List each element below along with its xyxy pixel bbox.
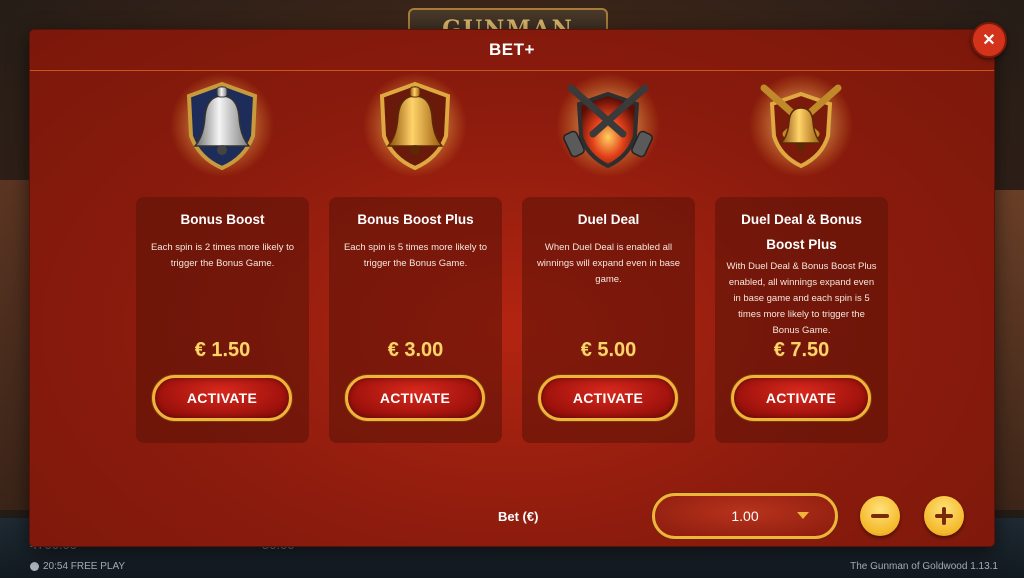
close-icon: ✕ bbox=[982, 32, 996, 49]
decrease-bet-button[interactable] bbox=[860, 496, 900, 536]
activate-bonus-boost-button[interactable]: ACTIVATE bbox=[152, 375, 292, 421]
bet-amount-dropdown[interactable]: 1.00 bbox=[652, 493, 838, 539]
crossed-revolvers-icon bbox=[553, 70, 663, 180]
card-price: € 5.00 bbox=[580, 339, 637, 361]
activate-duel-deal-bonus-boost-plus-button[interactable]: ACTIVATE bbox=[731, 375, 871, 421]
clock-icon bbox=[30, 562, 39, 571]
bell-with-revolvers-icon bbox=[746, 70, 856, 180]
clock-status: 20:54 FREE PLAY bbox=[30, 561, 125, 572]
duel-deal-card: Duel Deal When Duel Deal is enabled all … bbox=[522, 197, 695, 443]
dialog-title: BET+ bbox=[489, 40, 535, 59]
card-description: With Duel Deal & Bonus Boost Plus enable… bbox=[726, 261, 877, 336]
card-price: € 3.00 bbox=[387, 339, 444, 361]
card-title: Bonus Boost Plus bbox=[357, 212, 474, 227]
bet-selected-value: 1.00 bbox=[731, 508, 759, 524]
dialog-header: BET+ bbox=[30, 30, 994, 71]
card-price: € 7.50 bbox=[773, 339, 830, 361]
card-description: Each spin is 5 times more likely to trig… bbox=[343, 242, 488, 269]
clock-text: 20:54 FREE PLAY bbox=[43, 561, 126, 572]
card-title: Duel Deal bbox=[577, 212, 640, 227]
card-title: Bonus Boost bbox=[180, 212, 265, 227]
bonus-boost-card: Bonus Boost Each spin is 2 times more li… bbox=[136, 197, 309, 443]
chevron-down-icon bbox=[797, 512, 809, 519]
game-name-version: The Gunman of Goldwood 1.13.1 bbox=[850, 561, 998, 572]
minus-icon bbox=[871, 514, 889, 518]
bet-label: Bet (€) bbox=[498, 509, 539, 524]
activate-duel-deal-button[interactable]: ACTIVATE bbox=[538, 375, 678, 421]
close-button[interactable]: ✕ bbox=[971, 22, 1007, 58]
gold-bell-icon bbox=[360, 70, 470, 180]
increase-bet-button[interactable] bbox=[924, 496, 964, 536]
plus-icon bbox=[935, 507, 953, 525]
card-title: Duel Deal & Bonus Boost Plus bbox=[741, 212, 862, 252]
card-description: Each spin is 2 times more likely to trig… bbox=[150, 242, 295, 269]
silver-bell-icon bbox=[167, 70, 277, 180]
card-price: € 1.50 bbox=[194, 339, 251, 361]
bonus-boost-plus-card: Bonus Boost Plus Each spin is 5 times mo… bbox=[329, 197, 502, 443]
card-description: When Duel Deal is enabled all winnings w… bbox=[536, 242, 681, 285]
activate-bonus-boost-plus-button[interactable]: ACTIVATE bbox=[345, 375, 485, 421]
duel-deal-bonus-boost-plus-card: Duel Deal & Bonus Boost Plus With Duel D… bbox=[715, 197, 888, 443]
